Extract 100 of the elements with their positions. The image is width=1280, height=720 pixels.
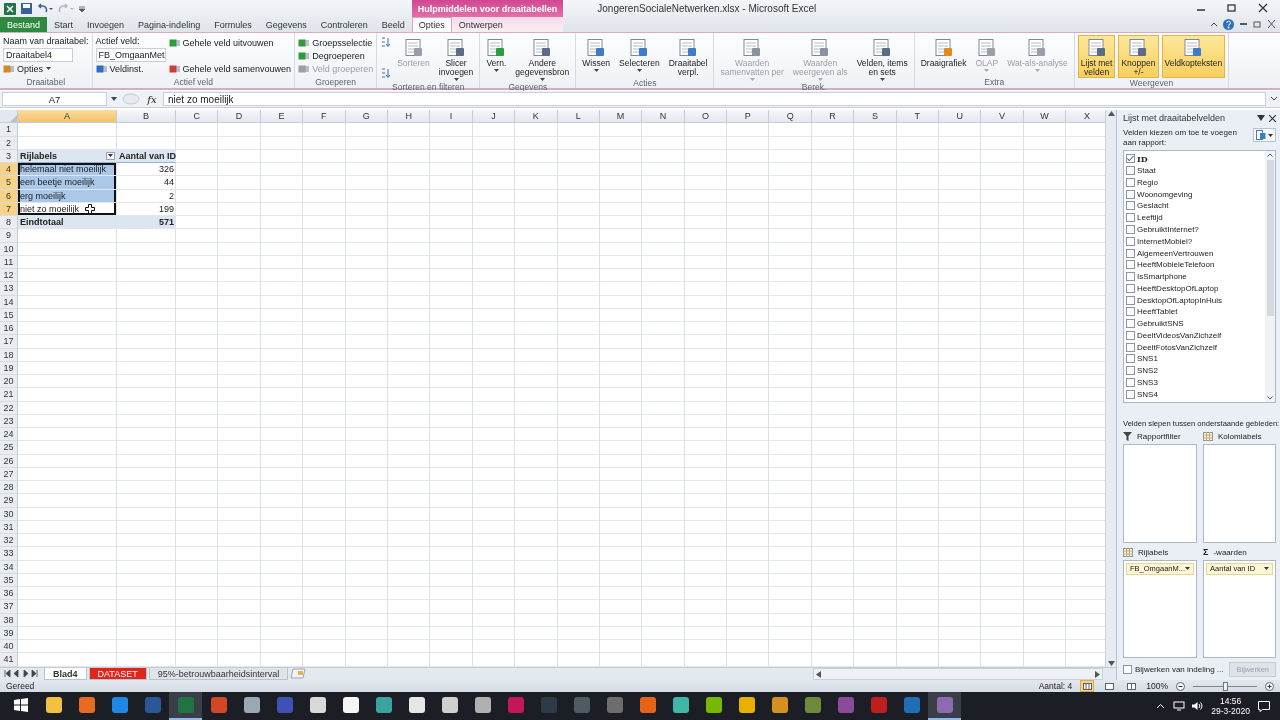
row-header[interactable]: 8 <box>0 216 18 230</box>
checkbox[interactable] <box>1126 189 1135 199</box>
checkbox[interactable] <box>1126 283 1135 293</box>
insert-function-button[interactable]: fx <box>145 93 159 105</box>
ribbon-button[interactable]: Degroeperen <box>298 49 374 62</box>
row-header[interactable]: 4 <box>0 163 18 177</box>
checkbox[interactable] <box>1126 213 1135 223</box>
column-header[interactable]: L <box>557 110 600 124</box>
help-icon[interactable] <box>1223 18 1234 30</box>
column-header[interactable]: Q <box>769 110 812 124</box>
filter-dropdown-icon[interactable] <box>106 151 115 160</box>
checkbox[interactable] <box>1126 307 1135 317</box>
zoom-in-icon[interactable] <box>1265 681 1274 691</box>
row-header[interactable]: 12 <box>0 269 18 283</box>
save-icon[interactable] <box>21 3 32 14</box>
slider-thumb[interactable] <box>1223 681 1228 691</box>
row-header[interactable]: 21 <box>0 388 18 402</box>
column-header[interactable]: J <box>472 110 516 124</box>
ribbon-button[interactable]: Opties <box>3 62 89 75</box>
view-button[interactable] <box>1124 680 1139 692</box>
column-header[interactable]: V <box>981 110 1024 124</box>
checkbox[interactable] <box>1126 166 1135 176</box>
ribbon-tab[interactable]: Controleren <box>313 17 375 32</box>
collapse-ribbon-icon[interactable] <box>1210 21 1218 27</box>
ribbon-button[interactable]: Lijst met velden <box>1077 35 1116 78</box>
column-header[interactable]: F <box>303 110 346 124</box>
dropdown-arrow-icon[interactable] <box>1257 115 1265 121</box>
layout-button[interactable] <box>1253 128 1276 142</box>
row-header[interactable]: 25 <box>0 441 18 455</box>
column-header[interactable]: N <box>642 110 685 124</box>
view-button[interactable] <box>1080 680 1095 692</box>
formula-field[interactable]: niet zo moeilijk <box>163 92 1266 106</box>
column-header[interactable]: T <box>896 110 940 124</box>
checkbox[interactable] <box>1126 389 1135 399</box>
name-field[interactable]: Draaitabel4 <box>3 48 73 62</box>
row-header[interactable]: 5 <box>0 176 18 190</box>
checkbox[interactable] <box>1126 224 1135 234</box>
checkbox[interactable] <box>1123 664 1132 674</box>
ribbon-button[interactable]: Groepsselectie <box>298 36 374 49</box>
column-header[interactable]: P <box>727 110 770 124</box>
row-header[interactable]: 32 <box>0 534 18 548</box>
column-header[interactable]: M <box>599 110 643 124</box>
chevron-up-icon[interactable] <box>1156 703 1166 709</box>
checkbox[interactable] <box>1126 295 1135 305</box>
network-icon[interactable] <box>1173 701 1186 711</box>
row-header[interactable]: 40 <box>0 640 18 654</box>
customize-toolbar-icon[interactable] <box>79 4 85 13</box>
ribbon-button[interactable]: Draaigrafiek <box>917 35 970 77</box>
view-button[interactable] <box>1102 680 1117 692</box>
sheet-tab[interactable]: 95%-betrouwbaarheidsinterval <box>148 668 289 680</box>
ribbon-tab[interactable]: Pagina-indeling <box>131 17 208 32</box>
scroll-down-icon[interactable] <box>1267 396 1273 400</box>
ribbon-button[interactable]: Draaitabel verpl. <box>665 35 711 78</box>
ribbon-tab[interactable]: Beeld <box>374 17 412 32</box>
checkbox[interactable] <box>1126 260 1135 270</box>
ribbon-button[interactable]: Velden, items en sets <box>853 35 911 82</box>
column-header[interactable]: D <box>218 110 261 124</box>
close-icon[interactable] <box>1269 114 1276 122</box>
ribbon-tab[interactable]: Start <box>47 17 81 32</box>
column-header[interactable]: U <box>939 110 982 124</box>
vertical-scrollbar[interactable] <box>1265 151 1275 402</box>
column-header[interactable]: K <box>515 110 558 124</box>
ribbon-button[interactable]: Knoppen +/- <box>1118 35 1159 78</box>
undo-icon[interactable] <box>37 3 53 14</box>
row-header[interactable]: 37 <box>0 600 18 614</box>
ribbon-button[interactable]: Gehele veld uitvouwen <box>168 36 292 49</box>
column-header[interactable]: A <box>18 110 117 124</box>
ribbon-tab[interactable]: Opties <box>411 17 452 32</box>
sheet-tab[interactable]: Blad4 <box>44 668 87 680</box>
zoom-level[interactable]: 100% <box>1146 681 1168 691</box>
checkbox[interactable] <box>1126 272 1135 282</box>
checkbox[interactable] <box>1126 319 1135 329</box>
ribbon-button[interactable]: Veldkopteksten <box>1161 35 1226 78</box>
row-header[interactable]: 17 <box>0 335 18 349</box>
ribbon-button[interactable]: Slicer invoegen <box>435 35 477 82</box>
column-header[interactable]: W <box>1023 110 1067 124</box>
checkbox[interactable] <box>1126 177 1135 187</box>
ribbon-tab[interactable]: Invoegen <box>80 17 132 32</box>
ribbon-button[interactable]: Andere gegevensbron <box>512 35 573 82</box>
restore-icon[interactable] <box>1253 20 1262 28</box>
excel-logo-icon[interactable] <box>4 2 16 15</box>
horizontal-scrollbar[interactable] <box>813 668 1103 680</box>
ribbon-button[interactable]: Vern. <box>483 35 510 82</box>
notification-icon[interactable] <box>1258 700 1270 712</box>
name-box[interactable]: A7 <box>2 92 107 106</box>
checkbox[interactable] <box>1126 377 1135 387</box>
dropdown-arrow-icon[interactable] <box>111 97 117 101</box>
row-header[interactable]: 1 <box>0 123 18 137</box>
column-header[interactable]: G <box>345 110 388 124</box>
column-header[interactable]: O <box>684 110 728 124</box>
checkbox[interactable] <box>1126 342 1135 352</box>
scroll-thumb[interactable] <box>1266 160 1274 316</box>
row-header[interactable]: 33 <box>0 547 18 561</box>
column-header[interactable]: I <box>430 110 473 124</box>
name-field[interactable]: FB_OmgaanMet <box>95 48 166 62</box>
scroll-right-icon[interactable] <box>1095 670 1100 678</box>
checkbox[interactable] <box>1126 154 1135 164</box>
close-icon[interactable] <box>1267 20 1276 28</box>
row-header[interactable]: 36 <box>0 587 18 601</box>
row-header[interactable]: 29 <box>0 494 18 508</box>
